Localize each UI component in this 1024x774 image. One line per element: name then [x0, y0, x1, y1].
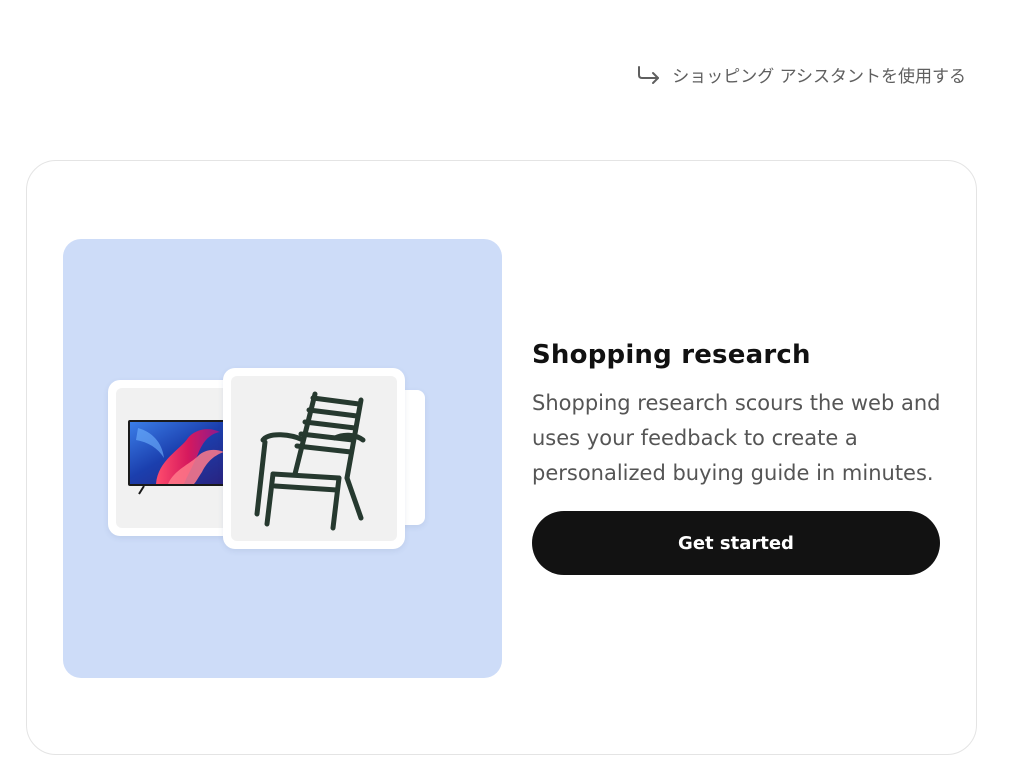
return-arrow-icon — [638, 65, 660, 84]
card-description: Shopping research scours the web and use… — [532, 391, 941, 485]
get-started-button[interactable]: Get started — [532, 511, 940, 575]
shopping-research-card: Shopping research Shopping research scou… — [26, 160, 977, 755]
use-shopping-assistant-link[interactable]: ショッピング アシスタントを使用する — [636, 62, 966, 87]
chair-product-tile — [223, 368, 405, 549]
card-content: Shopping research Shopping research scou… — [532, 337, 942, 575]
use-shopping-assistant-label: ショッピング アシスタントを使用する — [672, 67, 966, 87]
page: ショッピング アシスタントを使用する Shopping research Sho… — [0, 0, 1024, 774]
card-title: Shopping research — [532, 340, 811, 370]
shopping-illustration — [63, 239, 502, 678]
chair-image — [254, 391, 366, 531]
